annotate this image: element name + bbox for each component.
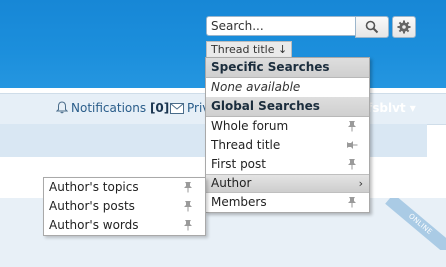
submenu-arrow-icon: › (358, 177, 363, 190)
author-submenu: Author's topics Author's posts Author's … (43, 177, 206, 236)
menu-item-author[interactable]: Author › (206, 174, 369, 193)
menu-item-label: Members (211, 195, 267, 209)
search-scope-selector[interactable]: Thread title ↓ (206, 41, 293, 57)
pin-icon[interactable] (346, 196, 358, 208)
menu-item-label: Author's topics (49, 180, 139, 194)
specific-searches-empty: None available (211, 80, 301, 94)
notifications-count: [0] (149, 101, 170, 115)
menu-item-whole-forum[interactable]: Whole forum (206, 117, 369, 136)
user-menu[interactable]: fsblvt ▾ (367, 101, 416, 115)
notifications-link[interactable]: Notifications [0] (56, 101, 169, 115)
search-bar (206, 16, 416, 38)
menu-item-label: Thread title (211, 138, 281, 152)
private-messages-link[interactable]: Priv (170, 101, 209, 115)
online-ribbon: ONLINE (362, 198, 446, 250)
submenu-item-authors-words[interactable]: Author's words (44, 216, 205, 235)
menu-item-label: Author's posts (49, 199, 135, 213)
specific-searches-heading: Specific Searches (206, 58, 369, 78)
menu-item-label: Whole forum (211, 119, 289, 133)
bell-icon (56, 101, 68, 114)
notifications-label: Notifications (71, 101, 147, 115)
submenu-item-authors-topics[interactable]: Author's topics (44, 178, 205, 197)
submenu-item-authors-posts[interactable]: Author's posts (44, 197, 205, 216)
pin-icon[interactable] (346, 158, 358, 170)
menu-item-thread-title[interactable]: Thread title (206, 136, 369, 155)
menu-item-members[interactable]: Members (206, 193, 369, 212)
online-ribbon-label: ONLINE (385, 198, 446, 250)
settings-button[interactable] (392, 16, 416, 38)
menu-item-label: First post (211, 157, 266, 171)
search-input[interactable] (206, 16, 355, 36)
gear-icon (397, 20, 411, 34)
pin-icon[interactable] (346, 139, 358, 151)
menu-item-first-post[interactable]: First post (206, 155, 369, 174)
global-searches-heading: Global Searches (206, 97, 369, 117)
search-button[interactable] (355, 16, 389, 38)
pin-icon[interactable] (346, 120, 358, 132)
search-scope-menu: Specific Searches None available Global … (205, 57, 370, 213)
mail-icon (170, 103, 184, 114)
pin-icon[interactable] (182, 219, 194, 231)
pin-icon[interactable] (182, 200, 194, 212)
search-icon (365, 20, 379, 34)
menu-item-label: Author's words (49, 218, 139, 232)
menu-item-label: Author (211, 176, 252, 190)
pin-icon[interactable] (182, 181, 194, 193)
